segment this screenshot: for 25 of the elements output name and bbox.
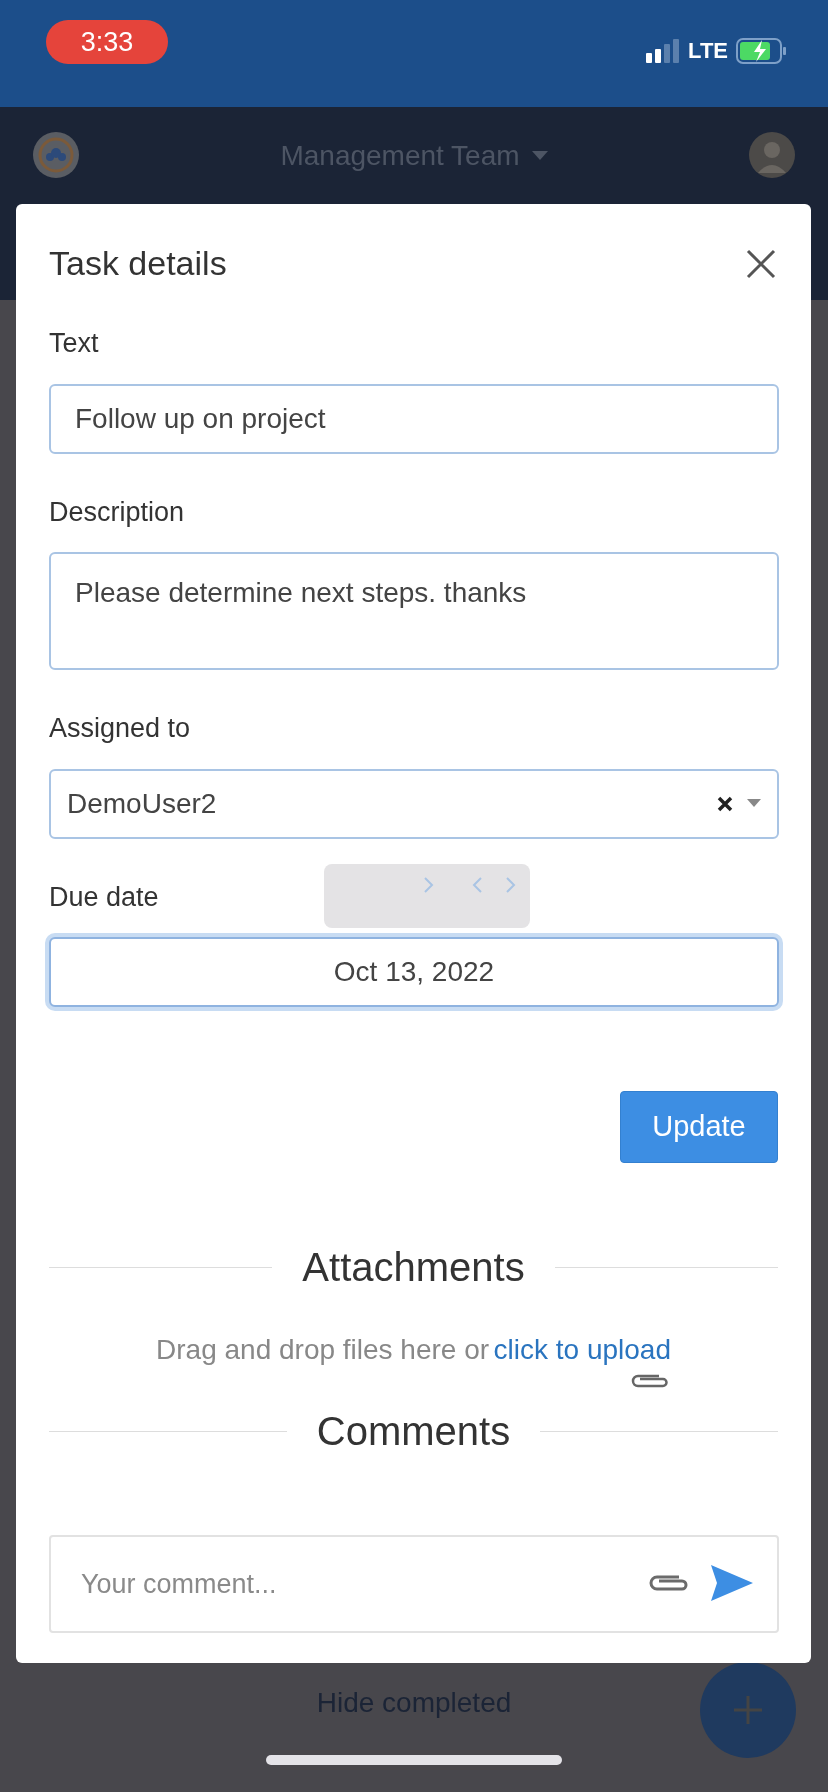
attachments-heading: Attachments: [302, 1244, 525, 1291]
caret-icon[interactable]: [747, 799, 761, 808]
field-label: Assigned to: [49, 712, 191, 745]
upload-hint: Drag and drop files here or: [156, 1334, 490, 1365]
assignee-select[interactable]: DemoUser2: [49, 768, 779, 839]
upload-link[interactable]: click to upload: [493, 1334, 671, 1365]
avatar-icon[interactable]: [748, 131, 796, 179]
field-label: Description: [49, 495, 185, 529]
plus-icon: [733, 1695, 763, 1725]
field-label: Due date: [49, 880, 159, 914]
comment-field[interactable]: Your comment...: [49, 1535, 779, 1633]
close-icon[interactable]: [746, 248, 776, 279]
team-logo-icon[interactable]: [32, 131, 80, 179]
network-label: LTE: [688, 37, 728, 65]
comments-heading: Comments: [316, 1408, 511, 1455]
battery-icon: [736, 37, 788, 64]
send-icon[interactable]: [711, 1565, 753, 1601]
time-pill: 3:33: [46, 20, 168, 64]
caret-icon: [531, 151, 548, 161]
clear-icon[interactable]: [717, 795, 733, 812]
signal-icon: [646, 38, 681, 63]
description-field[interactable]: Please determine next steps. thanks: [49, 552, 779, 670]
field-label: Text: [49, 327, 99, 360]
text-field[interactable]: Follow up on project: [49, 383, 779, 454]
dialog-title: Task details: [49, 243, 227, 284]
